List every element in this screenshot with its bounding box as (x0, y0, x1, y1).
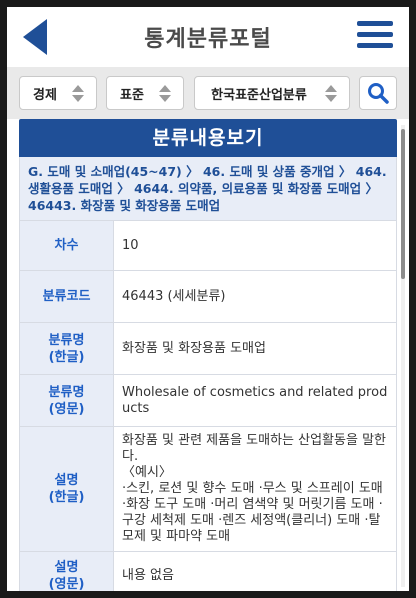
page-title: 통계분류포털 (144, 27, 272, 52)
filter-bar: 경제 표준 한국표준산업분류 (7, 67, 409, 119)
select-arrows-icon (323, 84, 339, 102)
classification-select-value: 한국표준산업분류 (211, 87, 307, 103)
code-label: 분류코드 (19, 270, 114, 323)
table-row: 분류명 (한글) 화장품 및 화장용품 도매업 (19, 322, 397, 375)
category-select[interactable]: 경제 (19, 76, 97, 110)
name-ko-value: 화장품 및 화장용품 도매업 (113, 322, 397, 375)
table-row: 설명 (한글) 화장품 및 관련 제품을 도매하는 산업활동을 말한다. 〈예시… (19, 426, 397, 552)
app-frame: 통계분류포털 경제 표준 한국표준산업분류 분류내용보기 G. 도매 및 소매업… (7, 7, 409, 591)
name-en-value: Wholesale of cosmetics and related produ… (113, 374, 397, 427)
desc-ko-value: 화장품 및 관련 제품을 도매하는 산업활동을 말한다. 〈예시〉 ·스킨, 로… (113, 426, 397, 552)
breadcrumb-item-class[interactable]: 4644. 의약품, 의료용품 및 화장품 도매업 (134, 181, 361, 196)
breadcrumb-item-division[interactable]: 46. 도매 및 상품 중개업 (203, 164, 335, 179)
table-row: 분류코드 46443 (세세분류) (19, 270, 397, 323)
select-arrows-icon (70, 84, 86, 102)
degree-value: 10 (113, 220, 397, 271)
breadcrumb: G. 도매 및 소매업(45~47) 〉 46. 도매 및 상품 중개업 〉 4… (19, 157, 397, 220)
select-arrows-icon (157, 84, 173, 102)
table-row: 차수 10 (19, 220, 397, 271)
detail-panel: 분류내용보기 G. 도매 및 소매업(45~47) 〉 46. 도매 및 상품 … (19, 119, 397, 591)
breadcrumb-separator: 〉 (361, 181, 378, 196)
desc-ko-label: 설명 (한글) (19, 426, 114, 552)
detail-table: 차수 10 분류코드 46443 (세세분류) 분류명 (한글) 화장품 및 화… (19, 220, 397, 591)
standard-select-value: 표준 (120, 87, 144, 103)
classification-select[interactable]: 한국표준산업분류 (194, 76, 350, 110)
name-ko-label: 분류명 (한글) (19, 322, 114, 375)
scrollbar[interactable] (401, 125, 405, 587)
search-icon (368, 83, 389, 104)
section-title: 분류내용보기 (19, 119, 397, 157)
standard-select[interactable]: 표준 (106, 76, 184, 110)
degree-label: 차수 (19, 220, 114, 271)
table-row: 분류명 (영문) Wholesale of cosmetics and rela… (19, 374, 397, 427)
desc-en-label: 설명 (영문) (19, 551, 114, 591)
breadcrumb-separator: 〉 (112, 181, 135, 196)
app-header: 통계분류포털 (7, 7, 409, 67)
breadcrumb-item-section[interactable]: G. 도매 및 소매업(45~47) (28, 164, 182, 179)
breadcrumb-item-current: 46443. 화장품 및 화장용품 도매업 (28, 198, 221, 213)
scrollbar-thumb[interactable] (401, 129, 405, 279)
hamburger-menu-icon (357, 21, 393, 26)
breadcrumb-separator: 〉 (334, 164, 356, 179)
name-en-label: 분류명 (영문) (19, 374, 114, 427)
category-select-value: 경제 (33, 87, 57, 103)
table-row: 설명 (영문) 내용 없음 (19, 551, 397, 591)
desc-en-value: 내용 없음 (113, 551, 397, 591)
menu-button[interactable] (357, 21, 395, 53)
breadcrumb-separator: 〉 (181, 164, 203, 179)
search-button[interactable] (359, 76, 397, 110)
code-value: 46443 (세세분류) (113, 270, 397, 323)
